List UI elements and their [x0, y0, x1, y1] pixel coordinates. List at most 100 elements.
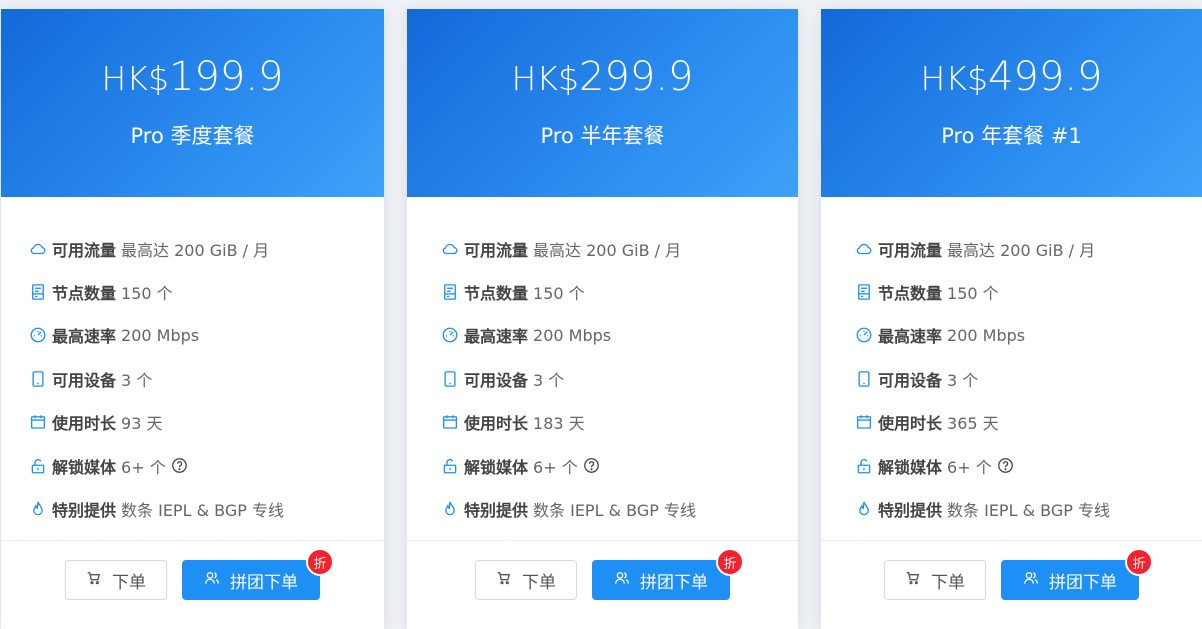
feature-label: 使用时长 — [52, 414, 117, 434]
feature-value: 150 个 — [947, 284, 999, 304]
cloud-icon — [441, 240, 459, 258]
feature-value: 3 个 — [121, 370, 153, 390]
feature-list: 可用流量 最高达 200 GiB / 月 节点数量 150 个 最高速率 200 Mb… — [855, 227, 1110, 531]
question-circle-icon[interactable] — [997, 457, 1014, 474]
feature-label: 可用流量 — [52, 240, 117, 260]
order-button-label: 下单 — [112, 572, 146, 593]
feature-label: 最高速率 — [52, 327, 117, 347]
feature-media: 解锁媒体 6+ 个 — [441, 444, 696, 487]
feature-traffic: 可用流量 最高达 200 GiB / 月 — [441, 227, 696, 270]
unlock-icon — [855, 457, 873, 475]
group-order-button[interactable]: 拼团下单 折 — [182, 548, 334, 600]
order-button[interactable]: 下单 — [884, 560, 986, 600]
divider — [407, 540, 798, 541]
users-icon — [1023, 570, 1039, 591]
speedometer-icon — [29, 326, 47, 344]
feature-special: 特别提供 数条 IEPL & BGP 专线 — [855, 487, 1110, 530]
plan-actions: 下单 拼团下单 折 — [821, 548, 1202, 600]
speedometer-icon — [855, 326, 873, 344]
plan-card: HK$499.9 Pro 年套餐 #1 可用流量 最高达 200 GiB / 月 … — [821, 9, 1202, 629]
calendar-icon — [441, 413, 459, 431]
plan-price: HK$299.9 — [407, 53, 798, 109]
price-amount: 199.9 — [168, 54, 284, 100]
price-currency: HK$ — [511, 59, 579, 98]
group-order-label: 拼团下单 — [230, 572, 298, 593]
feature-label: 特别提供 — [878, 501, 943, 521]
feature-label: 可用流量 — [464, 240, 529, 260]
order-button[interactable]: 下单 — [475, 560, 577, 600]
plan-header: HK$299.9 Pro 半年套餐 — [407, 9, 798, 197]
group-order-button[interactable]: 拼团下单 折 — [1001, 548, 1153, 600]
plan-card: HK$299.9 Pro 半年套餐 可用流量 最高达 200 GiB / 月 节点… — [407, 9, 798, 629]
feature-special: 特别提供 数条 IEPL & BGP 专线 — [441, 487, 696, 530]
feature-value: 3 个 — [533, 370, 565, 390]
question-circle-icon[interactable] — [583, 457, 600, 474]
feature-devices: 可用设备 3 个 — [29, 357, 284, 400]
users-icon — [614, 570, 630, 591]
feature-label: 使用时长 — [878, 414, 943, 434]
pricing-plans: HK$199.9 Pro 季度套餐 可用流量 最高达 200 GiB / 月 节点… — [0, 9, 1202, 629]
feature-label: 可用设备 — [464, 370, 529, 390]
plan-price: HK$499.9 — [821, 53, 1202, 109]
order-button-label: 下单 — [931, 572, 965, 593]
price-amount: 299.9 — [578, 54, 694, 100]
feature-value: 183 天 — [533, 414, 585, 434]
price-currency: HK$ — [920, 59, 988, 98]
feature-nodes: 节点数量 150 个 — [441, 270, 696, 313]
tablet-icon — [441, 370, 459, 388]
divider — [1, 540, 384, 541]
server-icon — [441, 283, 459, 301]
feature-label: 解锁媒体 — [464, 457, 529, 477]
feature-speed: 最高速率 200 Mbps — [29, 314, 284, 357]
feature-label: 可用设备 — [878, 370, 943, 390]
feature-value: 200 Mbps — [947, 325, 1026, 345]
feature-value: 3 个 — [947, 370, 979, 390]
feature-value: 最高达 200 GiB / 月 — [533, 240, 682, 260]
cart-icon — [496, 570, 512, 591]
feature-speed: 最高速率 200 Mbps — [855, 314, 1110, 357]
users-icon — [204, 570, 220, 591]
feature-label: 可用流量 — [878, 240, 943, 260]
feature-devices: 可用设备 3 个 — [441, 357, 696, 400]
feature-value: 6+ 个 — [121, 457, 166, 477]
feature-value: 6+ 个 — [533, 457, 578, 477]
order-button-label: 下单 — [522, 572, 556, 593]
feature-value: 数条 IEPL & BGP 专线 — [121, 501, 284, 521]
plan-name: Pro 半年套餐 — [540, 124, 665, 148]
feature-label: 节点数量 — [464, 284, 529, 304]
feature-label: 最高速率 — [464, 327, 529, 347]
feature-traffic: 可用流量 最高达 200 GiB / 月 — [29, 227, 284, 270]
server-icon — [855, 283, 873, 301]
feature-label: 解锁媒体 — [878, 457, 943, 477]
tablet-icon — [29, 370, 47, 388]
feature-value: 200 Mbps — [533, 325, 612, 345]
plan-actions: 下单 拼团下单 折 — [407, 548, 798, 600]
group-order-button[interactable]: 拼团下单 折 — [592, 548, 744, 600]
feature-label: 解锁媒体 — [52, 457, 117, 477]
feature-value: 最高达 200 GiB / 月 — [121, 240, 270, 260]
feature-value: 150 个 — [533, 284, 585, 304]
cloud-icon — [29, 240, 47, 258]
order-button[interactable]: 下单 — [65, 560, 167, 600]
plan-name: Pro 年套餐 #1 — [941, 124, 1082, 148]
question-circle-icon[interactable] — [171, 457, 188, 474]
feature-speed: 最高速率 200 Mbps — [441, 314, 696, 357]
feature-traffic: 可用流量 最高达 200 GiB / 月 — [855, 227, 1110, 270]
feature-value: 数条 IEPL & BGP 专线 — [947, 501, 1110, 521]
cart-icon — [86, 570, 102, 591]
feature-list: 可用流量 最高达 200 GiB / 月 节点数量 150 个 最高速率 200 Mb… — [441, 227, 696, 531]
feature-nodes: 节点数量 150 个 — [855, 270, 1110, 313]
calendar-icon — [855, 413, 873, 431]
calendar-icon — [29, 413, 47, 431]
plan-name: Pro 季度套餐 — [130, 124, 255, 148]
cart-icon — [905, 570, 921, 591]
price-currency: HK$ — [101, 59, 169, 98]
feature-special: 特别提供 数条 IEPL & BGP 专线 — [29, 487, 284, 530]
plan-card: HK$199.9 Pro 季度套餐 可用流量 最高达 200 GiB / 月 节点… — [1, 9, 384, 629]
speedometer-icon — [441, 326, 459, 344]
plan-actions: 下单 拼团下单 折 — [1, 548, 384, 600]
feature-label: 节点数量 — [52, 284, 117, 304]
flame-icon — [441, 500, 459, 518]
feature-duration: 使用时长 93 天 — [29, 401, 284, 444]
plan-header: HK$199.9 Pro 季度套餐 — [1, 9, 384, 197]
